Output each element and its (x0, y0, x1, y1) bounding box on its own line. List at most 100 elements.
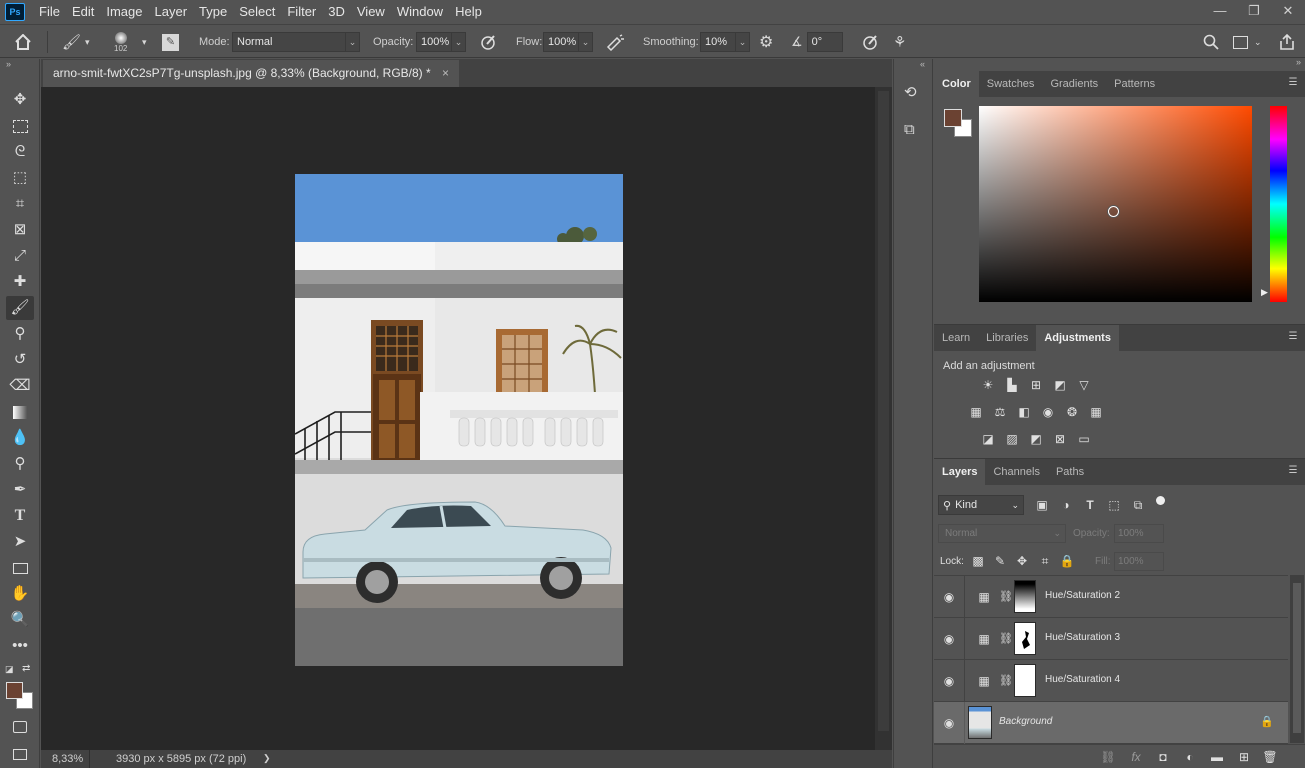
scroll-thumb[interactable] (1293, 583, 1301, 733)
lock-position-icon[interactable]: ✥ (1014, 554, 1030, 568)
eraser-tool[interactable]: ⌫ (6, 374, 34, 398)
collapse-icon[interactable]: « (920, 59, 925, 69)
history-panel-button[interactable]: ⟲ (904, 83, 917, 101)
panel-menu-icon[interactable]: ☰ (1287, 331, 1299, 343)
dodge-tool[interactable]: ⚲ (6, 452, 34, 476)
trash-icon[interactable]: 🗑 (1262, 750, 1278, 764)
healing-brush-tool[interactable]: ✚ (6, 270, 34, 294)
layer-row[interactable]: ◉ ▦ ⛓ Hue/Saturation 3 (934, 618, 1288, 660)
new-layer-icon[interactable]: ⊞ (1236, 750, 1252, 764)
black-white-icon[interactable]: ◧ (1016, 405, 1032, 419)
menu-filter[interactable]: Filter (281, 0, 322, 24)
pressure-size-button[interactable] (861, 25, 879, 59)
levels-icon[interactable]: ▙ (1004, 378, 1020, 392)
curves-icon[interactable]: ⊞ (1028, 378, 1044, 392)
folder-icon[interactable]: ▬ (1209, 750, 1225, 764)
type-tool[interactable]: T (6, 504, 34, 528)
layer-name[interactable]: Background (999, 716, 1052, 727)
photo-filter-icon[interactable]: ◉ (1040, 405, 1056, 419)
restore-button[interactable]: ❐ (1237, 0, 1271, 24)
workspace-switcher[interactable]: ⌄ (1233, 25, 1262, 59)
invert-icon[interactable]: ◪ (980, 432, 996, 446)
zoom-tool[interactable]: 🔍 (6, 608, 34, 632)
selective-color-icon[interactable]: ⊠ (1052, 432, 1068, 446)
collapse-icon[interactable]: » (6, 59, 11, 69)
saturation-brightness-field[interactable] (979, 106, 1252, 302)
gradient-tool[interactable] (6, 400, 34, 424)
menu-window[interactable]: Window (391, 0, 449, 24)
panel-menu-icon[interactable]: ☰ (1287, 465, 1299, 477)
rectangle-tool[interactable] (6, 556, 34, 580)
hand-tool[interactable]: ✋ (6, 582, 34, 606)
smoothing-options-button[interactable]: ⚙ (759, 25, 773, 59)
fill-field[interactable]: 100% (1114, 552, 1164, 571)
lock-artboard-icon[interactable]: ⌗ (1037, 554, 1053, 568)
threshold-icon[interactable]: ◩ (1028, 432, 1044, 446)
flow-field[interactable]: 100% ⌄ (543, 25, 593, 59)
eye-icon[interactable]: ◉ (941, 590, 957, 604)
posterize-icon[interactable]: ▨ (1004, 432, 1020, 446)
search-button[interactable] (1203, 25, 1219, 59)
foreground-color-swatch[interactable] (6, 682, 23, 699)
screen-mode-button[interactable] (6, 742, 34, 766)
tab-adjustments[interactable]: Adjustments (1036, 325, 1119, 351)
exposure-icon[interactable]: ◩ (1052, 378, 1068, 392)
eye-icon[interactable]: ◉ (941, 716, 957, 730)
tab-channels[interactable]: Channels (985, 459, 1047, 485)
lock-icon[interactable]: 🔒 (1260, 715, 1274, 728)
brush-size-picker[interactable]: 102 (114, 25, 127, 59)
menu-help[interactable]: Help (449, 0, 488, 24)
gradient-map-icon[interactable]: ▭ (1076, 432, 1092, 446)
mode-select[interactable]: Normal ⌄ (232, 25, 360, 59)
home-button[interactable] (14, 25, 32, 59)
path-selection-tool[interactable]: ➤ (6, 530, 34, 554)
airbrush-button[interactable] (605, 25, 625, 59)
link-layers-icon[interactable]: ⛓ (1100, 750, 1116, 764)
add-mask-icon[interactable]: ◘ (1155, 750, 1171, 764)
layer-thumbnail[interactable] (968, 706, 992, 739)
brush-angle[interactable]: ∡ 0° (791, 25, 843, 59)
color-lookup-icon[interactable]: ▦ (1088, 405, 1104, 419)
pressure-opacity-button[interactable] (479, 25, 497, 59)
hue-slider[interactable] (1270, 106, 1287, 302)
layer-name[interactable]: Hue/Saturation 3 (1045, 632, 1120, 643)
marquee-tool[interactable] (6, 114, 34, 138)
filter-smart-object-icon[interactable]: ⧉ (1130, 498, 1146, 512)
link-icon[interactable]: ⛓ (998, 590, 1014, 604)
layer-row[interactable]: ◉ ▦ ⛓ Hue/Saturation 2 (934, 576, 1288, 618)
filter-shape-icon[interactable]: ⬚ (1106, 498, 1122, 512)
layer-opacity-field[interactable]: 100% (1114, 524, 1164, 543)
swap-colors-icon[interactable]: ⇄ (22, 663, 30, 674)
layer-mask-thumbnail[interactable] (1014, 622, 1036, 655)
eye-icon[interactable]: ◉ (941, 632, 957, 646)
edit-toolbar-button[interactable]: ••• (6, 634, 34, 658)
hue-slider-handle[interactable]: ▶ (1261, 287, 1268, 298)
new-adjustment-icon[interactable]: ◐ (1182, 750, 1198, 764)
lasso-tool[interactable]: ᘓ (6, 140, 34, 164)
color-picker-handle[interactable] (1108, 206, 1119, 217)
tab-learn[interactable]: Learn (934, 325, 978, 351)
tab-swatches[interactable]: Swatches (979, 71, 1043, 97)
brush-size-dropdown[interactable]: ▾ (142, 25, 147, 59)
tab-patterns[interactable]: Patterns (1106, 71, 1163, 97)
zoom-level[interactable]: 8,33% (52, 753, 83, 765)
menu-layer[interactable]: Layer (149, 0, 194, 24)
layer-row[interactable]: ◉ Background 🔒 (934, 702, 1288, 744)
fx-icon[interactable]: fx (1128, 750, 1144, 764)
layer-row[interactable]: ◉ ▦ ⛓ Hue/Saturation 4 (934, 660, 1288, 702)
symmetry-button[interactable]: ⚘ (893, 25, 906, 59)
close-button[interactable]: ✕ (1271, 0, 1305, 24)
brush-tool[interactable]: 🖌 (6, 296, 34, 320)
color-balance-icon[interactable]: ⚖ (992, 405, 1008, 419)
smoothing-field[interactable]: 10% ⌄ (700, 25, 750, 59)
layer-filter-select[interactable]: ⚲ Kind ⌄ (938, 495, 1024, 515)
link-icon[interactable]: ⛓ (998, 632, 1014, 646)
document-tab[interactable]: arno-smit-fwtXC2sP7Tg-unsplash.jpg @ 8,3… (43, 60, 460, 87)
filter-toggle-icon[interactable] (1156, 496, 1165, 505)
info-menu-arrow[interactable]: ❯ (263, 753, 271, 764)
channel-mixer-icon[interactable]: ❂ (1064, 405, 1080, 419)
layer-name[interactable]: Hue/Saturation 4 (1045, 674, 1120, 685)
history-brush-tool[interactable]: ↺ (6, 348, 34, 372)
share-button[interactable] (1279, 25, 1295, 59)
tab-libraries[interactable]: Libraries (978, 325, 1036, 351)
